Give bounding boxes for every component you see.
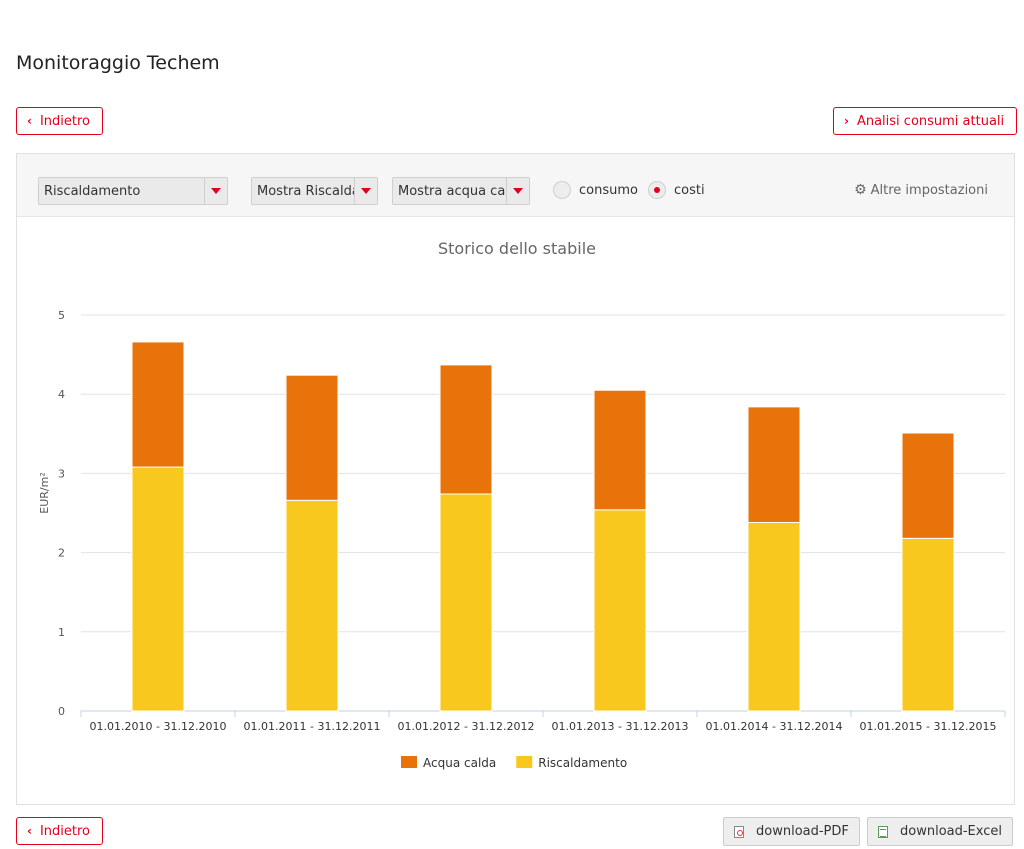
radio-circle-icon: [553, 181, 571, 199]
x-tick-label: 01.01.2010 - 31.12.2010: [90, 720, 227, 733]
dropdown-arrow-icon: [506, 178, 529, 204]
legend-label[interactable]: Acqua calda: [423, 756, 496, 770]
bar-segment[interactable]: [593, 389, 647, 511]
y-tick-label: 1: [58, 626, 65, 639]
download-pdf-label: download-PDF: [756, 824, 849, 839]
radio-costs[interactable]: costi: [648, 181, 705, 199]
radio-checked-icon: [648, 181, 666, 199]
x-tick-label: 01.01.2015 - 31.12.2015: [860, 720, 997, 733]
chevron-right-icon: ›: [844, 114, 849, 128]
x-tick-label: 01.01.2012 - 31.12.2012: [398, 720, 535, 733]
back-button-bottom[interactable]: ‹ Indietro: [16, 817, 103, 845]
bar-segment[interactable]: [285, 374, 339, 501]
excel-file-icon: [878, 825, 888, 838]
analysis-button-label: Analisi consumi attuali: [856, 113, 1005, 129]
water-select[interactable]: Mostra acqua calc: [392, 177, 530, 205]
history-bar-chart: Storico dello stabile EUR/m² 0 1 2 3 4 5 01.0…: [38, 239, 1006, 770]
x-tick-label: 01.01.2013 - 31.12.2013: [552, 720, 689, 733]
y-tick-label: 0: [58, 705, 65, 718]
download-excel-label: download-Excel: [900, 824, 1002, 839]
back-button[interactable]: ‹ Indietro: [16, 107, 103, 135]
heating-select-value: Mostra Riscalda: [257, 183, 354, 199]
bar-segment[interactable]: [901, 432, 955, 539]
bar-segment[interactable]: [747, 406, 801, 524]
chart-title: Storico dello stabile: [438, 239, 596, 258]
radio-consumption[interactable]: consumo: [553, 181, 638, 199]
bar-segment[interactable]: [131, 341, 185, 468]
chevron-left-icon: ‹: [27, 114, 32, 128]
download-excel-button[interactable]: download-Excel: [867, 817, 1013, 846]
y-tick-label: 2: [58, 547, 65, 560]
settings-label: Altre impostazioni: [870, 182, 988, 198]
back-button-bottom-label: Indietro: [39, 823, 90, 839]
chevron-left-icon: ‹: [27, 824, 32, 838]
heating-select[interactable]: Mostra Riscalda: [251, 177, 378, 205]
filter-toolbar: Riscaldamento Mostra Riscalda Mostra acq…: [17, 154, 1014, 217]
bar-segment[interactable]: [285, 499, 339, 712]
bar-segment[interactable]: [439, 364, 493, 495]
type-select-value: Riscaldamento: [44, 183, 141, 199]
radio-consumption-label: consumo: [579, 182, 638, 198]
bar-segment[interactable]: [439, 493, 493, 712]
gear-icon: ⚙: [854, 182, 867, 198]
download-pdf-button[interactable]: download-PDF: [723, 817, 860, 846]
bar-segment[interactable]: [593, 509, 647, 712]
back-button-label: Indietro: [39, 113, 90, 129]
bar-segment[interactable]: [901, 537, 955, 712]
y-tick-label: 3: [58, 467, 65, 480]
x-tick-label: 01.01.2014 - 31.12.2014: [706, 720, 843, 733]
pdf-file-icon: [734, 825, 744, 838]
analysis-button[interactable]: › Analisi consumi attuali: [833, 107, 1018, 135]
bar-segment[interactable]: [747, 522, 801, 712]
bar-segment[interactable]: [131, 466, 185, 712]
x-tick-label: 01.01.2011 - 31.12.2011: [244, 720, 381, 733]
y-tick-label: 5: [58, 309, 65, 322]
chart-panel: Riscaldamento Mostra Riscalda Mostra acq…: [16, 153, 1015, 805]
type-select[interactable]: Riscaldamento: [38, 177, 228, 205]
page-title: Monitoraggio Techem: [16, 52, 220, 74]
legend-label[interactable]: Riscaldamento: [538, 756, 627, 770]
legend-swatch: [516, 756, 533, 768]
radio-costs-label: costi: [674, 182, 705, 198]
y-axis-label: EUR/m²: [38, 472, 51, 513]
legend-swatch: [401, 756, 417, 768]
water-select-value: Mostra acqua calc: [398, 183, 506, 199]
settings-link[interactable]: ⚙ Altre impostazioni: [854, 182, 988, 198]
dropdown-arrow-icon: [354, 178, 377, 204]
dropdown-arrow-icon: [204, 178, 227, 204]
y-tick-label: 4: [58, 388, 65, 401]
